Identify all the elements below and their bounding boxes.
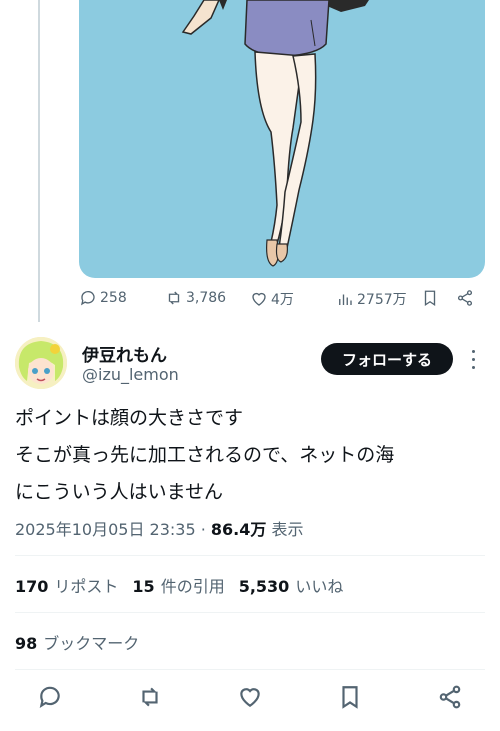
share-icon — [439, 685, 461, 709]
more-dot-icon — [471, 349, 475, 353]
previous-tweet-actions: 258 3,786 4万 2757万 — [79, 289, 485, 311]
heart-icon — [252, 292, 266, 306]
view-label: 表示 — [266, 520, 304, 539]
share-button[interactable] — [456, 289, 474, 307]
more-dot-icon — [471, 357, 475, 361]
bookmark-icon — [342, 686, 358, 709]
author-display-name[interactable]: 伊豆れもん — [82, 341, 167, 366]
analytics-icon — [339, 294, 352, 305]
heart-icon — [240, 688, 260, 707]
likes-count: 5,530 — [238, 577, 290, 596]
like-button[interactable] — [237, 684, 263, 710]
share-button[interactable] — [437, 684, 463, 710]
meta-separator: · — [195, 520, 211, 539]
share-icon — [457, 290, 473, 306]
timestamp-link[interactable]: 2025年10月05日 23:35 — [15, 520, 196, 539]
likes-label: いいね — [295, 577, 344, 596]
tweet-meta: 2025年10月05日 23:35 · 86.4万 表示 — [15, 516, 303, 540]
quotes-count: 15 — [132, 577, 155, 596]
tweet-action-bar — [0, 684, 500, 714]
avatar[interactable] — [15, 337, 67, 389]
quotes-label: 件の引用 — [160, 577, 225, 596]
divider — [15, 555, 485, 556]
view-count-total: 86.4万 — [210, 520, 267, 539]
bookmarks-label: ブックマーク — [43, 634, 140, 653]
more-options-button[interactable] — [466, 347, 480, 371]
bookmarks-stat[interactable]: 98 ブックマーク — [15, 630, 139, 654]
illustration-figure — [181, 0, 369, 267]
bookmarks-count: 98 — [15, 634, 38, 653]
reply-icon — [80, 290, 95, 306]
reply-count: 258 — [100, 290, 127, 306]
thread-connector-line — [38, 0, 40, 322]
bookmark-button[interactable] — [421, 289, 439, 307]
quotes-stat[interactable]: 15 件の引用 — [132, 577, 224, 596]
tweet-text-line: ポイントは顔の大きさです — [15, 407, 244, 429]
reposts-label: リポスト — [54, 577, 119, 596]
like-count: 4万 — [271, 292, 294, 308]
tweet-image[interactable] — [79, 0, 485, 278]
repost-icon — [168, 291, 180, 305]
tweet-text-line: そこが真っ先に加工されるので、ネットの海 — [15, 444, 395, 466]
author-handle[interactable]: @izu_lemon — [82, 365, 179, 384]
more-dot-icon — [471, 365, 475, 369]
likes-stat[interactable]: 5,530 いいね — [239, 577, 344, 596]
reposts-count: 170 — [15, 577, 49, 596]
bookmark-button[interactable] — [337, 684, 363, 710]
engagement-stats: 170 リポスト 15 件の引用 5,530 いいね — [15, 573, 343, 597]
repost-button[interactable] — [137, 684, 163, 710]
repost-icon — [142, 687, 158, 707]
reply-button[interactable]: 258 — [79, 289, 127, 307]
divider — [15, 612, 485, 613]
reply-icon — [39, 686, 60, 708]
like-button[interactable]: 4万 — [250, 289, 294, 309]
views-button[interactable]: 2757万 — [336, 289, 407, 309]
view-count: 2757万 — [357, 292, 407, 308]
follow-button[interactable]: フォローする — [321, 343, 453, 375]
repost-button[interactable]: 3,786 — [165, 289, 226, 307]
tweet-text-line: にこういう人はいません — [15, 481, 224, 503]
bookmark-icon — [424, 290, 436, 307]
reposts-stat[interactable]: 170 リポスト — [15, 577, 118, 596]
repost-count: 3,786 — [186, 290, 227, 306]
avatar-illustration — [15, 337, 67, 389]
reply-button[interactable] — [37, 684, 63, 710]
tweet-text: ポイントは顔の大きさです そこが真っ先に加工されるので、ネットの海 にこういう人… — [15, 400, 490, 511]
divider — [15, 669, 485, 670]
